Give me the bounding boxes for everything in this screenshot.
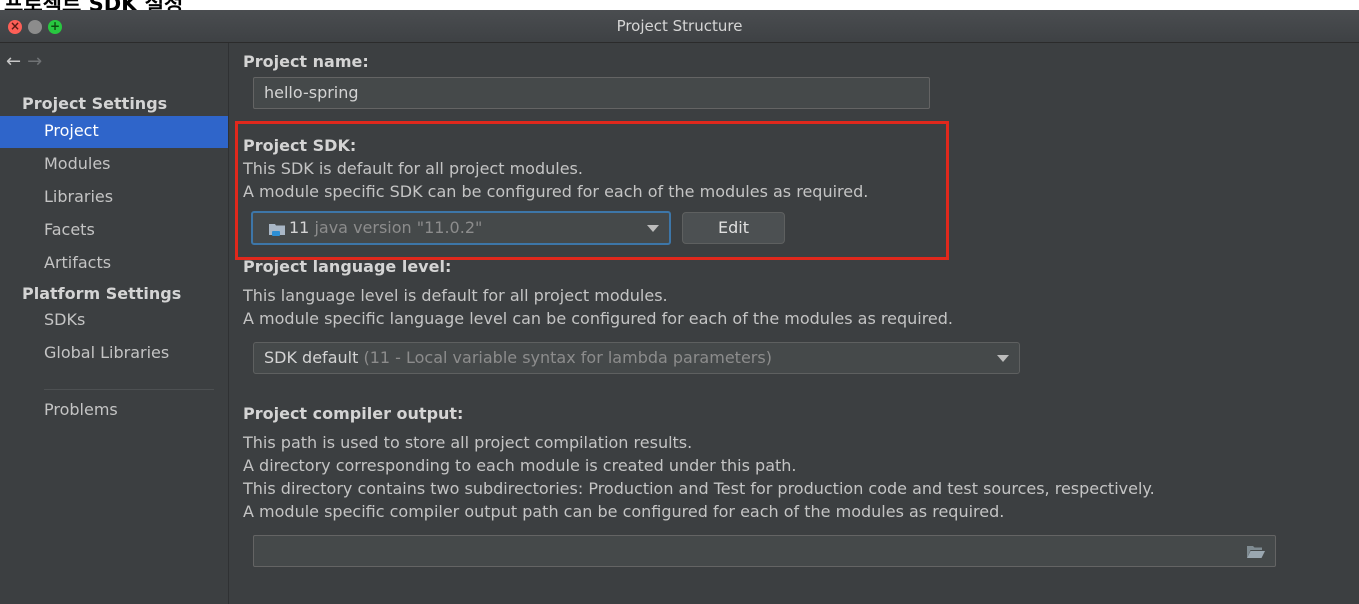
project-sdk-label: Project SDK: [243,136,357,155]
compiler-output-desc-2: A directory corresponding to each module… [243,456,797,475]
project-structure-window: × + Project Structure ← → Project Setting… [0,10,1359,604]
compiler-output-path-input[interactable] [253,535,1276,567]
sidebar-item-sdks[interactable]: SDKs [0,305,228,337]
sidebar-item-label: SDKs [44,310,86,329]
language-level-desc-2: A module specific language level can be … [243,309,953,328]
compiler-output-desc-3: This directory contains two subdirectori… [243,479,1155,498]
language-level-desc-1: This language level is default for all p… [243,286,668,305]
page-heading-strip: 프로젝트 SDK 설정 [0,0,1359,10]
project-settings-header: Project Settings [22,94,168,113]
project-name-input[interactable]: hello-spring [253,77,930,109]
sdk-version-hint: java version "11.0.2" [314,218,483,237]
sidebar-item-project[interactable]: Project [0,116,228,148]
compiler-output-desc-1: This path is used to store all project c… [243,433,693,452]
sidebar-item-problems[interactable]: Problems [0,395,228,427]
compiler-output-desc-4: A module specific compiler output path c… [243,502,1005,521]
page-heading: 프로젝트 SDK 설정 [4,0,183,10]
chevron-down-icon [997,355,1009,362]
back-arrow-icon[interactable]: ← [6,51,21,72]
sidebar-item-artifacts[interactable]: Artifacts [0,248,228,280]
sidebar-item-libraries[interactable]: Libraries [0,182,228,214]
nav-arrows: ← → [6,51,42,72]
project-sdk-select[interactable]: 11 java version "11.0.2" [251,211,671,245]
sidebar-item-label: Project [44,121,99,140]
sidebar-item-facets[interactable]: Facets [0,215,228,247]
language-level-label: Project language level: [243,257,452,276]
folder-open-icon[interactable] [1247,545,1265,559]
forward-arrow-icon[interactable]: → [27,51,42,72]
platform-settings-header: Platform Settings [22,284,182,303]
window-title: Project Structure [616,17,743,35]
sidebar-item-label: Facets [44,220,95,239]
project-name-label: Project name: [243,52,369,71]
sidebar-item-modules[interactable]: Modules [0,149,228,181]
sidebar-item-label: Global Libraries [44,343,170,362]
language-level-hint: (11 - Local variable syntax for lambda p… [363,348,772,367]
language-level-value: SDK default [264,348,359,367]
sidebar-item-label: Modules [44,154,111,173]
edit-sdk-button[interactable]: Edit [682,212,785,244]
sidebar: ← → Project Settings Project Modules Libr… [0,43,229,604]
sdk-value: 11 [289,218,310,237]
sidebar-item-label: Libraries [44,187,114,206]
sidebar-divider [44,389,214,390]
folder-icon [269,224,285,236]
sidebar-item-label: Artifacts [44,253,112,272]
project-sdk-desc-2: A module specific SDK can be configured … [243,182,869,201]
sidebar-item-global-libraries[interactable]: Global Libraries [0,338,228,370]
main-panel: Project name: hello-spring Project SDK: … [229,43,1359,604]
chevron-down-icon [647,225,659,232]
sidebar-item-label: Problems [44,400,118,419]
project-sdk-desc-1: This SDK is default for all project modu… [243,159,583,178]
title-bar: × + Project Structure [0,10,1359,43]
compiler-output-label: Project compiler output: [243,404,464,423]
language-level-select[interactable]: SDK default (11 - Local variable syntax … [253,342,1020,374]
